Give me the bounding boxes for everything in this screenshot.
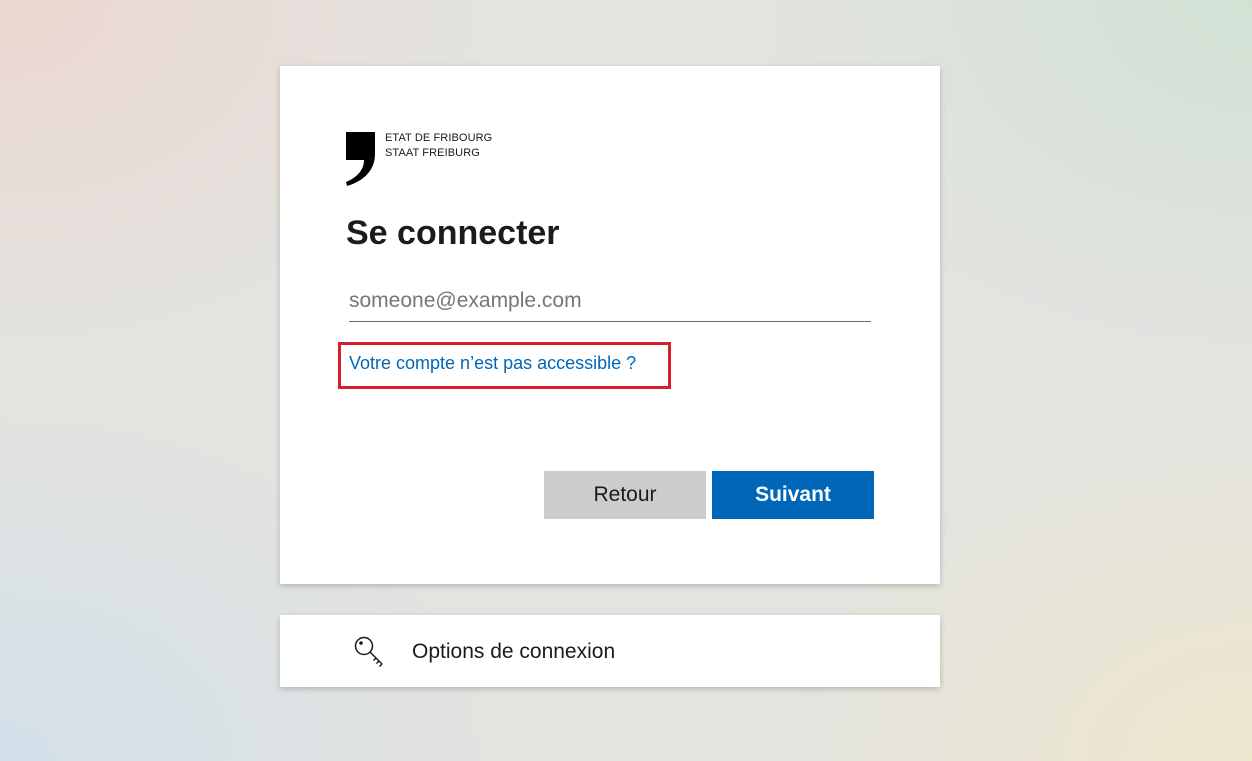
etat-de-fribourg-logo: ETAT DE FRIBOURG STAAT FREIBURG <box>346 130 516 188</box>
comma-logo-icon <box>346 132 375 186</box>
signin-card: ETAT DE FRIBOURG STAAT FREIBURG Se conne… <box>280 66 940 584</box>
email-field[interactable] <box>349 280 871 322</box>
key-icon <box>354 636 383 668</box>
next-button[interactable]: Suivant <box>712 471 874 519</box>
page-title: Se connecter <box>346 214 560 252</box>
signin-options-button[interactable]: Options de connexion <box>280 615 940 687</box>
logo-text-line-2: STAAT FREIBURG <box>385 147 480 159</box>
signin-options-label: Options de connexion <box>412 640 616 663</box>
highlight-box <box>338 342 671 389</box>
logo-text-line-1: ETAT DE FRIBOURG <box>385 132 493 144</box>
back-button[interactable]: Retour <box>544 471 706 519</box>
